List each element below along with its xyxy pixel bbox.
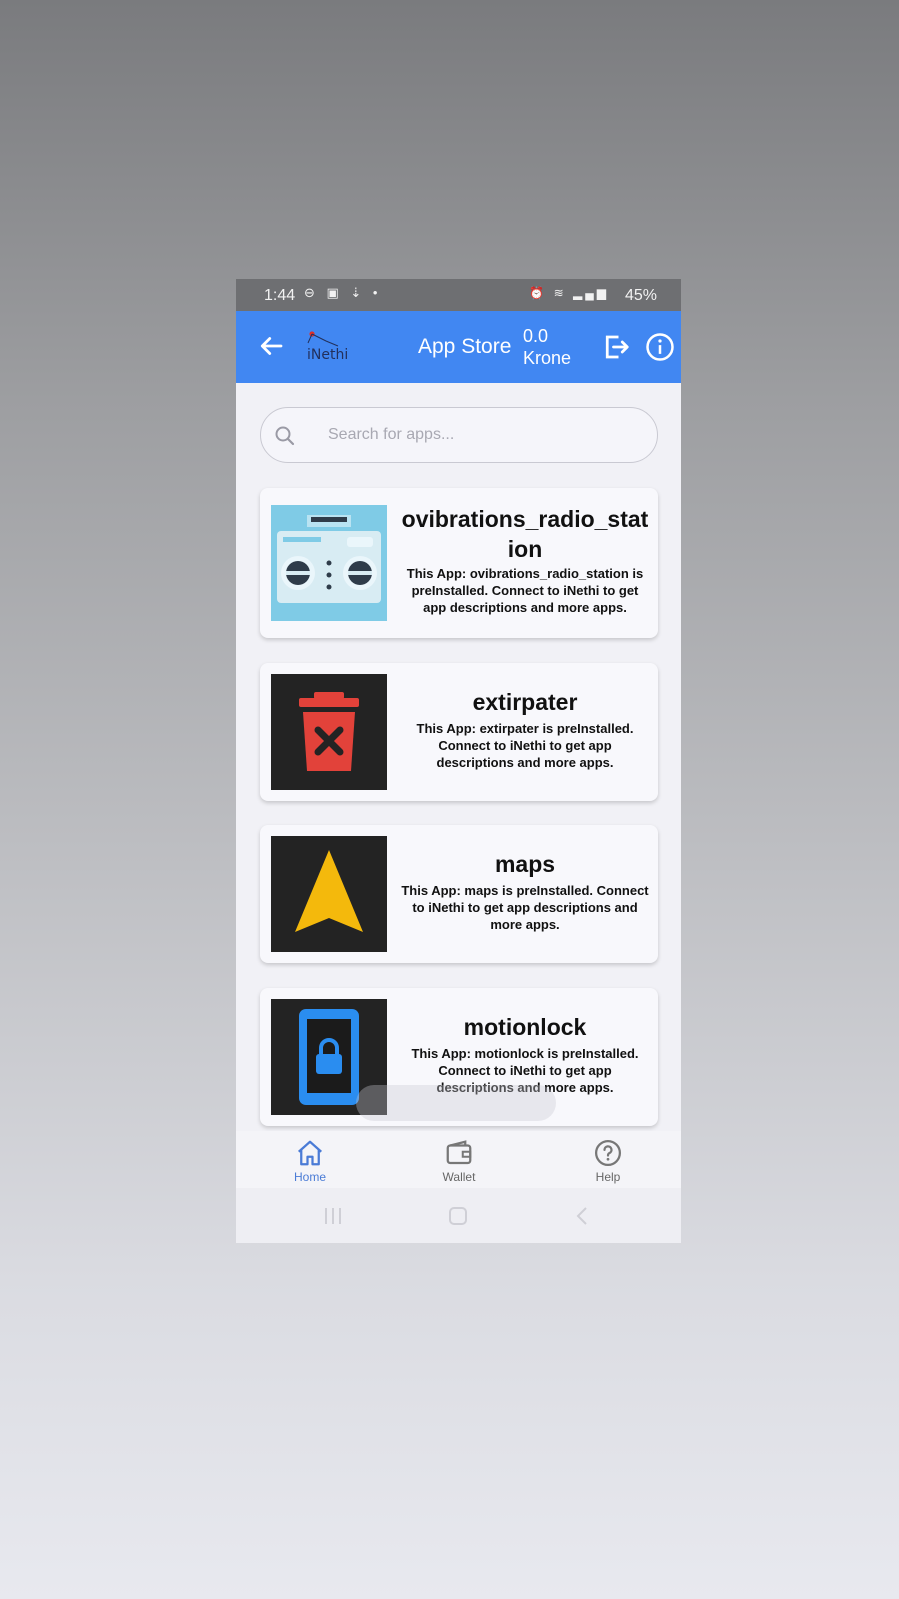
navigation-arrow-icon [271,836,387,952]
app-card-ovibrations[interactable]: ovibrations_radio_station This App: ovib… [260,488,658,638]
nav-wallet[interactable]: Wallet [399,1131,519,1188]
page-title: App Store [418,335,512,358]
nav-wallet-label: Wallet [442,1170,476,1184]
app-description: This App: maps is preInstalled. Connect … [401,883,649,932]
overlay-pill [356,1085,556,1121]
battery-level: 45% [624,287,657,304]
logout-icon[interactable] [601,332,631,362]
home-icon [298,1140,322,1166]
radio-icon [271,505,387,621]
trash-x-icon [271,674,387,790]
app-description: This App: extirpater is preInstalled. Co… [416,721,634,770]
bottom-nav: Home Wallet Help [236,1131,681,1188]
wallet-balance: 0.0 Krone [523,325,571,369]
home-button-icon[interactable] [447,1206,469,1226]
app-bar: iNethi App Store 0.0 Krone [236,311,681,383]
nav-help-label: Help [595,1170,621,1184]
logo-text: iNethi [307,347,349,363]
system-back-icon[interactable] [572,1206,594,1226]
search-input[interactable]: Search for apps... [328,426,454,444]
recent-apps-icon[interactable] [322,1206,344,1226]
signal-icons: ⏰ ≋ ▂▄▆ [529,286,609,300]
notification-icons: ⊖ ▣ ⇣ • [304,285,382,300]
phone-screen: 1:44 ⊖ ▣ ⇣ • ⏰ ≋ ▂▄▆ 45% iNethi App Stor… [236,279,681,1243]
status-bar: 1:44 ⊖ ▣ ⇣ • ⏰ ≋ ▂▄▆ 45% [236,279,681,311]
nav-home[interactable]: Home [250,1131,370,1188]
app-name: motionlock [463,1014,587,1040]
system-nav-bar [236,1188,681,1243]
app-name: ovibrations_radio_station [401,506,649,562]
app-description: This App: ovibrations_radio_station is p… [406,566,644,615]
nav-help[interactable]: Help [548,1131,668,1188]
wallet-icon [446,1140,472,1165]
app-card-extirpater[interactable]: extirpater This App: extirpater is preIn… [260,663,658,801]
app-name: maps [494,851,556,877]
app-name: extirpater [472,689,578,715]
search-bar[interactable]: Search for apps... [260,407,658,463]
status-time: 1:44 [264,287,296,304]
balance-amount: 0.0 [523,326,549,346]
help-icon [595,1140,621,1166]
balance-currency: Krone [523,348,572,368]
app-card-maps[interactable]: maps This App: maps is preInstalled. Con… [260,825,658,963]
info-icon[interactable] [645,332,675,362]
back-arrow-icon[interactable] [256,331,286,361]
search-icon [275,426,295,446]
nav-home-label: Home [293,1170,326,1184]
